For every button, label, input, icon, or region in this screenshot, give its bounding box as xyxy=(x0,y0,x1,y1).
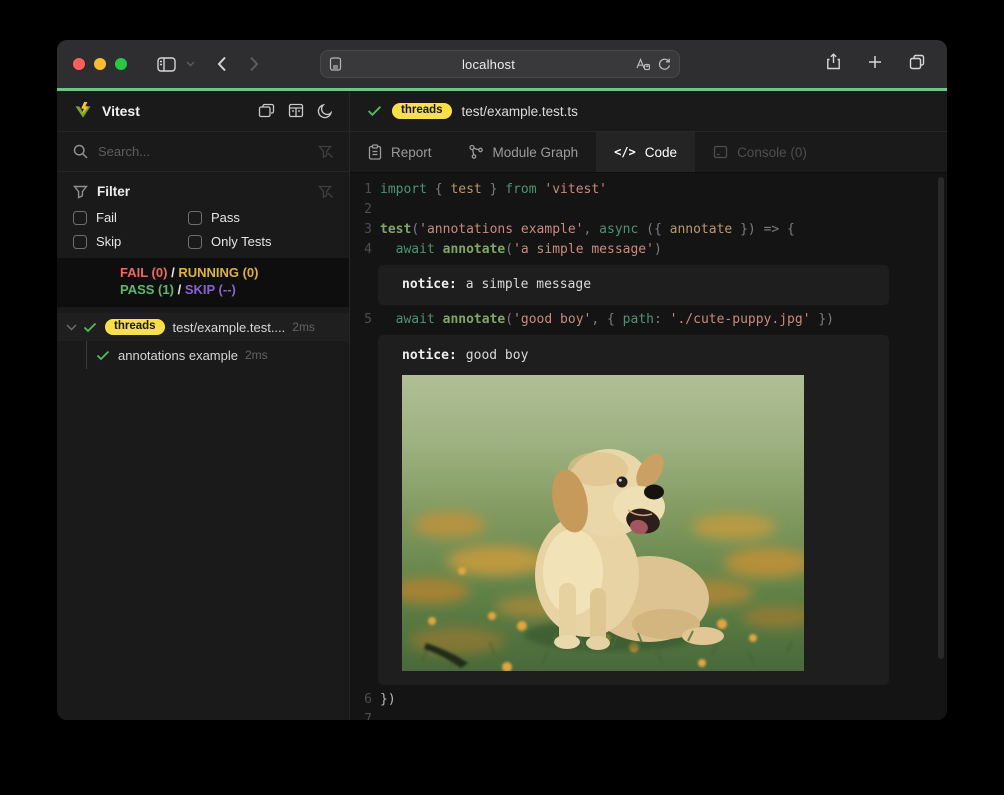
translate-icon[interactable] xyxy=(635,57,650,71)
code-line: 4 await annotate('a simple message') xyxy=(350,240,947,260)
chevron-left-icon xyxy=(217,56,227,72)
browser-titlebar: localhost xyxy=(57,40,947,88)
view-tabs: Report Module Graph </> Code xyxy=(350,132,947,173)
pass-check-icon xyxy=(96,350,110,361)
tabs-overview-icon xyxy=(909,54,925,70)
tree-guide-line xyxy=(86,341,87,369)
annotation-notice: notice: good boy xyxy=(378,335,889,685)
summary-line-1: FAIL (0) / RUNNING (0) xyxy=(120,264,349,281)
code-line: 1import { test } from 'vitest' xyxy=(350,180,947,200)
filter-checkbox-only-tests[interactable]: Only Tests xyxy=(188,234,333,249)
close-window-button[interactable] xyxy=(73,58,85,70)
test-tree: threads test/example.test.... 2ms annota… xyxy=(57,313,349,369)
pass-check-icon xyxy=(83,322,97,333)
code-line: 6}) xyxy=(350,690,947,710)
test-file-name: test/example.test.... xyxy=(173,320,286,335)
reload-icon[interactable] xyxy=(657,57,671,71)
summary-line-2: PASS (1) / SKIP (--) xyxy=(120,281,349,298)
test-duration: 2ms xyxy=(245,348,268,362)
test-file-row[interactable]: threads test/example.test.... 2ms xyxy=(57,313,349,341)
sidebar: Vitest xyxy=(57,91,350,720)
pool-badge: threads xyxy=(392,103,452,120)
filter-checkbox-pass[interactable]: Pass xyxy=(188,210,333,225)
tab-module-graph[interactable]: Module Graph xyxy=(450,132,597,172)
plus-icon xyxy=(868,55,882,69)
checkbox[interactable] xyxy=(73,211,87,225)
filter-checkbox-fail[interactable]: Fail xyxy=(73,210,188,225)
minimize-window-button[interactable] xyxy=(94,58,106,70)
app-title: Vitest xyxy=(102,103,140,119)
scrollbar-thumb[interactable] xyxy=(938,177,944,659)
test-case-name: annotations example xyxy=(118,348,238,363)
code-line: 5 await annotate('good boy', { path: './… xyxy=(350,310,947,330)
screen: localhost xyxy=(0,0,1004,795)
report-view-button[interactable] xyxy=(288,103,304,119)
open-file-name: test/example.test.ts xyxy=(462,104,578,119)
file-header: threads test/example.test.ts xyxy=(350,91,947,132)
clear-filter-icon[interactable] xyxy=(318,145,333,159)
filter-checkbox-skip[interactable]: Skip xyxy=(73,234,188,249)
pool-badge: threads xyxy=(105,319,165,336)
notice-label: notice: xyxy=(402,277,457,292)
search-icon xyxy=(73,144,88,159)
url-text: localhost xyxy=(342,57,635,72)
checkbox[interactable] xyxy=(188,211,202,225)
tab-overview-button[interactable] xyxy=(905,50,929,74)
search-input[interactable] xyxy=(98,144,308,159)
console-icon xyxy=(713,145,728,159)
checkbox[interactable] xyxy=(188,235,202,249)
code-line: 7 xyxy=(350,710,947,720)
code-line: 2 xyxy=(350,200,947,220)
zoom-window-button[interactable] xyxy=(115,58,127,70)
test-case-row[interactable]: annotations example 2ms xyxy=(57,341,349,369)
notice-text: good boy xyxy=(466,348,529,363)
notice-text: a simple message xyxy=(466,277,591,292)
sidebar-menu-chevron[interactable] xyxy=(182,57,199,71)
chevron-right-icon xyxy=(249,56,259,72)
annotation-notice: notice: a simple message xyxy=(378,265,889,305)
address-bar[interactable]: localhost xyxy=(320,50,680,78)
new-tab-button[interactable] xyxy=(864,51,886,73)
page-settings-icon[interactable] xyxy=(329,57,342,71)
clipboard-icon xyxy=(368,144,382,160)
dashboard-button[interactable] xyxy=(258,103,275,119)
browser-window: localhost xyxy=(57,40,947,720)
tab-console[interactable]: Console (0) xyxy=(695,132,825,172)
sidebar-icon xyxy=(157,57,176,72)
back-button[interactable] xyxy=(213,52,231,76)
traffic-lights xyxy=(73,58,127,70)
vitest-logo-icon xyxy=(73,101,93,121)
tab-code[interactable]: </> Code xyxy=(596,132,695,172)
code-line: 3test('annotations example', async ({ an… xyxy=(350,220,947,240)
main-panel: threads test/example.test.ts Report xyxy=(350,91,947,720)
forward-button[interactable] xyxy=(245,52,263,76)
sidebar-toggle-button[interactable] xyxy=(153,53,180,76)
code-icon: </> xyxy=(614,145,636,159)
filter-title: Filter xyxy=(97,184,130,199)
clear-filter-icon[interactable] xyxy=(318,185,333,199)
notice-label: notice: xyxy=(402,348,457,363)
chevron-down-icon[interactable] xyxy=(66,324,77,331)
test-duration: 2ms xyxy=(292,320,315,334)
share-icon xyxy=(826,53,841,70)
chevron-down-icon xyxy=(186,61,195,67)
report-grid-icon xyxy=(288,103,304,119)
code-viewer[interactable]: 1import { test } from 'vitest' 2 3test('… xyxy=(350,173,947,720)
pass-check-icon xyxy=(367,105,382,117)
theme-toggle-button[interactable] xyxy=(317,103,333,119)
tab-report[interactable]: Report xyxy=(350,132,450,172)
test-summary: FAIL (0) / RUNNING (0) PASS (1) / SKIP (… xyxy=(57,258,349,307)
checkbox[interactable] xyxy=(73,235,87,249)
share-button[interactable] xyxy=(822,49,845,74)
dashboard-icon xyxy=(258,103,275,119)
filter-funnel-icon xyxy=(73,185,88,199)
moon-icon xyxy=(317,103,333,119)
module-graph-icon xyxy=(468,144,484,160)
puppy-attachment-image xyxy=(402,375,804,671)
